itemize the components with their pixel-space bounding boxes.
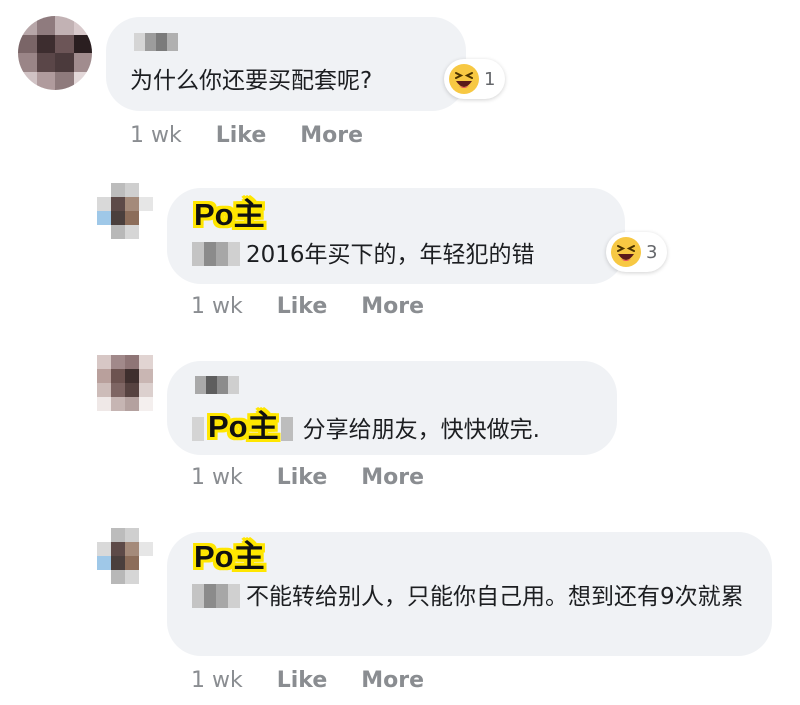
timestamp[interactable]: 1 wk xyxy=(191,668,243,693)
like-button[interactable]: Like xyxy=(277,668,328,693)
comment-text-row: 不能转给别人，只能你自己用。想到还有9次就累 xyxy=(192,580,752,614)
comment-text: 不能转给别人，只能你自己用。想到还有9次就累 xyxy=(246,584,744,610)
mention-blurred[interactable] xyxy=(192,584,240,608)
author-badge[interactable]: Po主 xyxy=(194,540,265,574)
comment-meta: 1 wk Like More xyxy=(191,668,424,693)
avatar[interactable] xyxy=(97,528,153,584)
more-button[interactable]: More xyxy=(361,668,424,693)
comment-4: Po主 不能转给别人，只能你自己用。想到还有9次就累 1 wk Like Mor… xyxy=(0,0,800,705)
